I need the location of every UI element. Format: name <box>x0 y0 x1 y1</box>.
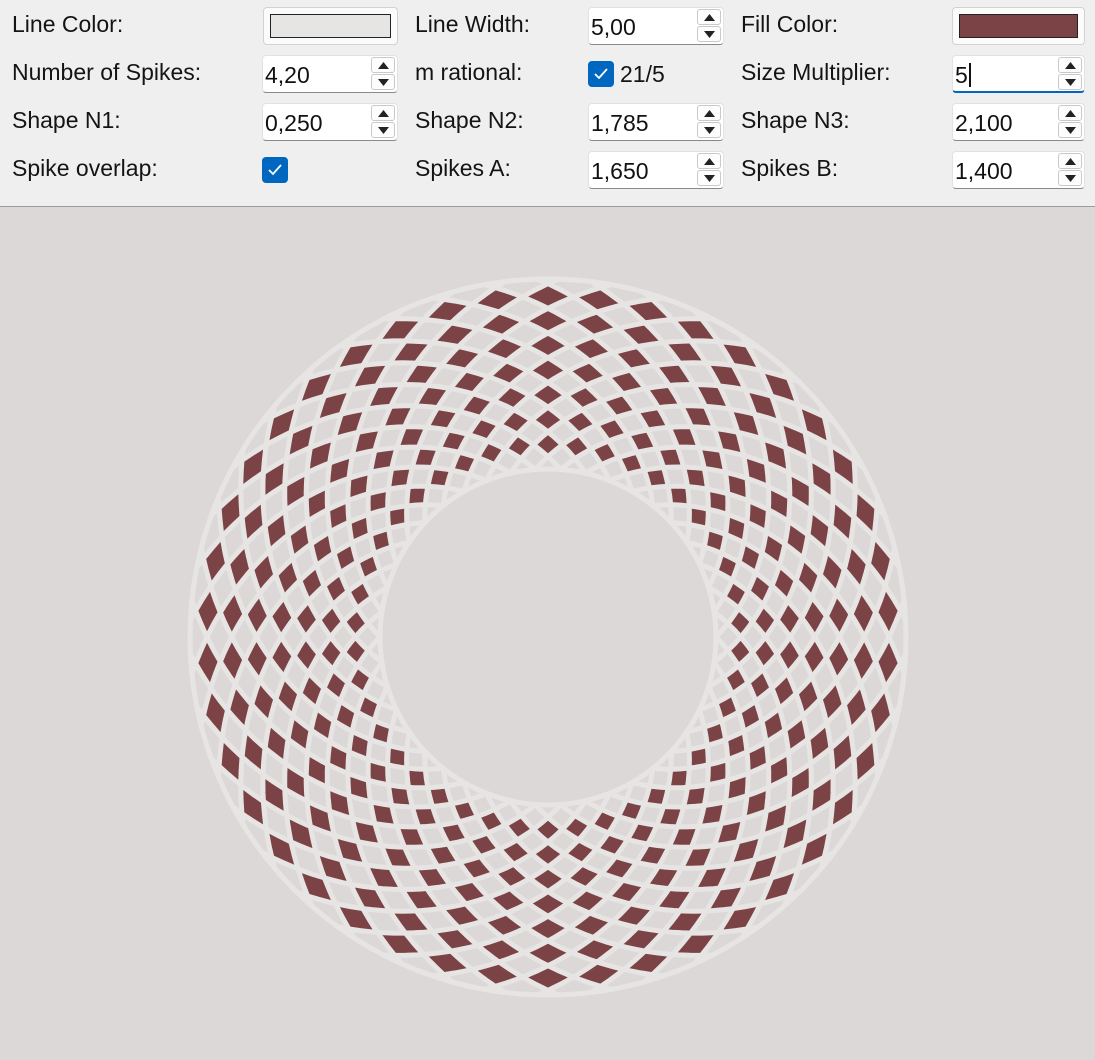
spikes-a-value: 1,650 <box>591 158 649 184</box>
fill-color-swatch <box>959 14 1078 38</box>
chevron-up-icon <box>378 62 389 69</box>
shape-n1-up-button[interactable] <box>371 105 395 121</box>
spikes-a-down-button[interactable] <box>697 170 721 186</box>
fill-cell <box>529 382 567 408</box>
chevron-up-icon <box>704 14 715 21</box>
chevron-up-icon <box>1065 158 1076 165</box>
fill-cell <box>531 407 565 432</box>
chevron-down-icon <box>1065 79 1076 86</box>
shape-n3-down-button[interactable] <box>1058 122 1082 138</box>
fill-cell <box>522 965 574 991</box>
number-of-spikes-spin-buttons <box>369 56 397 92</box>
size-multiplier-label: Size Multiplier: <box>741 59 891 85</box>
chevron-up-icon <box>1065 62 1076 69</box>
shape-n1-down-button[interactable] <box>371 122 395 138</box>
size-multiplier-spin-buttons <box>1056 56 1084 92</box>
line-width-down-button[interactable] <box>697 26 721 42</box>
shape-n2-value: 1,785 <box>591 110 649 136</box>
chevron-down-icon <box>704 175 715 182</box>
spikes-a-up-button[interactable] <box>697 153 721 169</box>
size-multiplier-spinbox[interactable]: 5 <box>952 55 1085 93</box>
line-color-button[interactable] <box>263 7 398 45</box>
spikes-a-spin-buttons <box>695 152 723 188</box>
fill-cell <box>528 891 568 917</box>
settings-panel: Line Color: Line Width: 5,00 Fill Color:… <box>0 0 1095 207</box>
chevron-down-icon <box>378 79 389 86</box>
shape-n3-up-button[interactable] <box>1058 105 1082 121</box>
chevron-up-icon <box>378 110 389 117</box>
number-of-spikes-value: 4,20 <box>265 62 310 88</box>
fill-cell <box>528 357 568 383</box>
fill-cell <box>533 817 563 843</box>
inner-ring-outline <box>377 466 719 808</box>
fill-cell <box>531 842 565 867</box>
drawing-canvas <box>0 207 1095 1055</box>
fill-cell <box>533 431 563 457</box>
shape-n2-spin-buttons <box>695 104 723 140</box>
size-multiplier-down-button[interactable] <box>1058 74 1082 90</box>
chevron-down-icon <box>1065 175 1076 182</box>
size-multiplier-value: 5 <box>955 60 971 90</box>
line-color-label: Line Color: <box>12 11 124 37</box>
spikes-a-label: Spikes A: <box>415 155 511 181</box>
spikes-b-label: Spikes B: <box>741 155 839 181</box>
spikes-b-value: 1,400 <box>955 158 1013 184</box>
spikes-b-up-button[interactable] <box>1058 153 1082 169</box>
shape-n2-down-button[interactable] <box>697 122 721 138</box>
shape-n2-up-button[interactable] <box>697 105 721 121</box>
shape-n3-spin-buttons <box>1056 104 1084 140</box>
spikes-b-down-button[interactable] <box>1058 170 1082 186</box>
fill-color-label: Fill Color: <box>741 11 839 37</box>
supershape-drawing <box>187 276 909 998</box>
shape-n2-label: Shape N2: <box>415 107 524 133</box>
fill-color-button[interactable] <box>952 7 1085 45</box>
spikes-b-spinbox[interactable]: 1,400 <box>952 151 1085 189</box>
shape-n3-label: Shape N3: <box>741 107 850 133</box>
chevron-down-icon <box>704 127 715 134</box>
shape-n2-spinbox[interactable]: 1,785 <box>588 103 724 141</box>
number-of-spikes-label: Number of Spikes: <box>12 59 202 85</box>
spike-overlap-label: Spike overlap: <box>12 155 158 181</box>
fill-cell <box>522 283 574 309</box>
spikes-a-spinbox[interactable]: 1,650 <box>588 151 724 189</box>
line-width-value: 5,00 <box>591 14 636 40</box>
fill-cell <box>529 866 567 892</box>
chevron-up-icon <box>704 158 715 165</box>
shape-n3-value: 2,100 <box>955 110 1013 136</box>
checkmark-icon <box>268 164 282 176</box>
fill-cell <box>524 308 572 334</box>
size-multiplier-up-button[interactable] <box>1058 57 1082 73</box>
number-of-spikes-spinbox[interactable]: 4,20 <box>262 55 398 93</box>
text-caret <box>968 63 971 87</box>
m-rational-checkbox[interactable] <box>588 61 614 87</box>
line-color-swatch <box>270 14 391 38</box>
shape-n3-spinbox[interactable]: 2,100 <box>952 103 1085 141</box>
shape-n1-spinbox[interactable]: 0,250 <box>262 103 398 141</box>
checkmark-icon <box>594 68 608 80</box>
line-width-spin-buttons <box>695 8 723 44</box>
shape-n1-spin-buttons <box>369 104 397 140</box>
chevron-down-icon <box>704 31 715 38</box>
chevron-down-icon <box>378 127 389 134</box>
shape-n1-label: Shape N1: <box>12 107 121 133</box>
spikes-b-spin-buttons <box>1056 152 1084 188</box>
chevron-up-icon <box>1065 110 1076 117</box>
m-rational-value: 21/5 <box>620 61 665 87</box>
m-rational-label: m rational: <box>415 59 523 85</box>
shape-n1-value: 0,250 <box>265 110 323 136</box>
chevron-down-icon <box>1065 127 1076 134</box>
fill-cell <box>526 333 570 358</box>
fill-cell <box>526 916 570 941</box>
line-width-up-button[interactable] <box>697 9 721 25</box>
chevron-up-icon <box>704 110 715 117</box>
line-width-spinbox[interactable]: 5,00 <box>588 7 724 45</box>
number-of-spikes-up-button[interactable] <box>371 57 395 73</box>
number-of-spikes-down-button[interactable] <box>371 74 395 90</box>
spike-overlap-checkbox[interactable] <box>262 157 288 183</box>
fill-cell <box>524 940 572 966</box>
line-width-label: Line Width: <box>415 11 531 37</box>
